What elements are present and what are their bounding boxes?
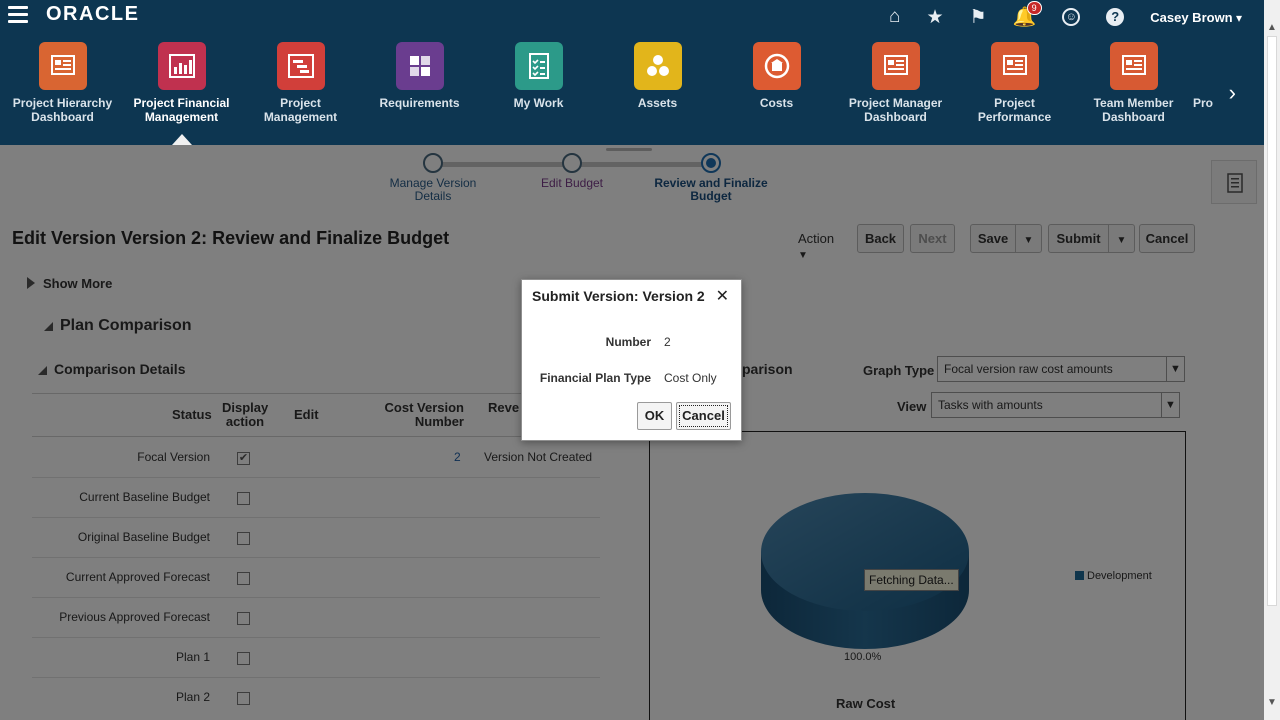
app-my-work[interactable]: My Work xyxy=(479,42,598,110)
notifications-bell-icon[interactable]: 🔔 9 xyxy=(1013,1,1042,29)
app-project-manager-dashboard[interactable]: Project Manager Dashboard xyxy=(836,42,955,124)
app-label: Performance xyxy=(977,110,1052,124)
plan-type-value: Cost Only xyxy=(664,371,717,385)
favorites-star-icon[interactable]: ★ xyxy=(927,6,944,29)
app-label: Requirements xyxy=(379,96,460,110)
home-icon[interactable]: ⌂ xyxy=(889,6,900,28)
app-truncated[interactable]: Pro xyxy=(1193,42,1223,110)
dialog-title: Submit Version: Version 2 xyxy=(532,288,705,304)
app-team-member-dashboard[interactable]: Team Member Dashboard xyxy=(1074,42,1193,124)
app-label: Dashboard xyxy=(864,110,927,124)
app-project-hierarchy-dashboard[interactable]: Project Hierarchy Dashboard xyxy=(3,42,122,124)
active-app-pointer xyxy=(172,134,192,145)
app-label: Management xyxy=(144,110,219,124)
app-label: Project Manager xyxy=(848,96,943,110)
app-label: Project Hierarchy xyxy=(12,96,113,110)
app-label: Pro xyxy=(1193,96,1214,110)
navigator-menu-icon[interactable] xyxy=(8,6,28,23)
bar-chart-icon xyxy=(157,42,206,90)
ok-button[interactable]: OK xyxy=(637,402,672,430)
app-project-performance[interactable]: Project Performance xyxy=(955,42,1074,124)
dashboard-icon xyxy=(38,42,87,90)
app-label: Costs xyxy=(759,96,794,110)
accessibility-icon[interactable]: ☺ xyxy=(1062,8,1081,26)
app-label: Management xyxy=(263,110,338,124)
app-label: Dashboard xyxy=(31,110,94,124)
costs-icon xyxy=(752,42,801,90)
number-label: Number xyxy=(605,335,651,349)
scroll-up-icon[interactable]: ▲ xyxy=(1267,22,1277,33)
watchlist-flag-icon[interactable]: ⚑ xyxy=(970,6,987,29)
app-requirements[interactable]: Requirements xyxy=(360,42,479,110)
app-label: Project xyxy=(280,96,321,110)
dialog-cancel-button[interactable]: Cancel xyxy=(676,402,731,430)
app-assets[interactable]: Assets xyxy=(598,42,717,110)
app-label: Team Member xyxy=(1093,96,1174,110)
springboard-strip: Project Hierarchy Dashboard Project Finan… xyxy=(0,42,1240,142)
chevron-right-icon[interactable]: › xyxy=(1229,80,1236,106)
close-icon[interactable]: ✕ xyxy=(716,286,729,306)
assets-icon xyxy=(633,42,682,90)
app-project-financial-management[interactable]: Project Financial Management xyxy=(122,42,241,124)
global-icons: ⌂ ★ ⚑ 🔔 9 ☺ ? Casey Brown xyxy=(889,1,1264,29)
app-label: My Work xyxy=(513,96,564,110)
oracle-logo[interactable]: ORACLE xyxy=(46,3,139,26)
app-label: Assets xyxy=(637,96,678,110)
puzzle-icon xyxy=(395,42,444,90)
dashboard-icon xyxy=(1109,42,1158,90)
scroll-down-icon[interactable]: ▼ xyxy=(1267,697,1277,708)
app-project-management[interactable]: Project Management xyxy=(241,42,360,124)
plan-type-label: Financial Plan Type xyxy=(539,371,651,385)
dashboard-icon xyxy=(990,42,1039,90)
help-icon[interactable]: ? xyxy=(1106,8,1125,26)
page-scrollbar[interactable]: ▲ ▼ xyxy=(1264,0,1280,720)
notification-count-badge: 9 xyxy=(1026,1,1042,15)
number-value: 2 xyxy=(664,335,671,349)
gantt-icon xyxy=(276,42,325,90)
checklist-icon xyxy=(514,42,563,90)
app-label: Project Financial xyxy=(133,96,230,110)
app-costs[interactable]: Costs xyxy=(717,42,836,110)
app-label: Project xyxy=(994,96,1035,110)
dashboard-icon xyxy=(871,42,920,90)
user-menu[interactable]: Casey Brown xyxy=(1150,10,1242,25)
scroll-thumb[interactable] xyxy=(1267,36,1277,606)
submit-version-dialog: Submit Version: Version 2 ✕ Number 2 Fin… xyxy=(521,279,742,441)
global-header: ORACLE ⌂ ★ ⚑ 🔔9 ☺ ? Casey Brown Project … xyxy=(0,0,1264,145)
app-label: Dashboard xyxy=(1102,110,1165,124)
